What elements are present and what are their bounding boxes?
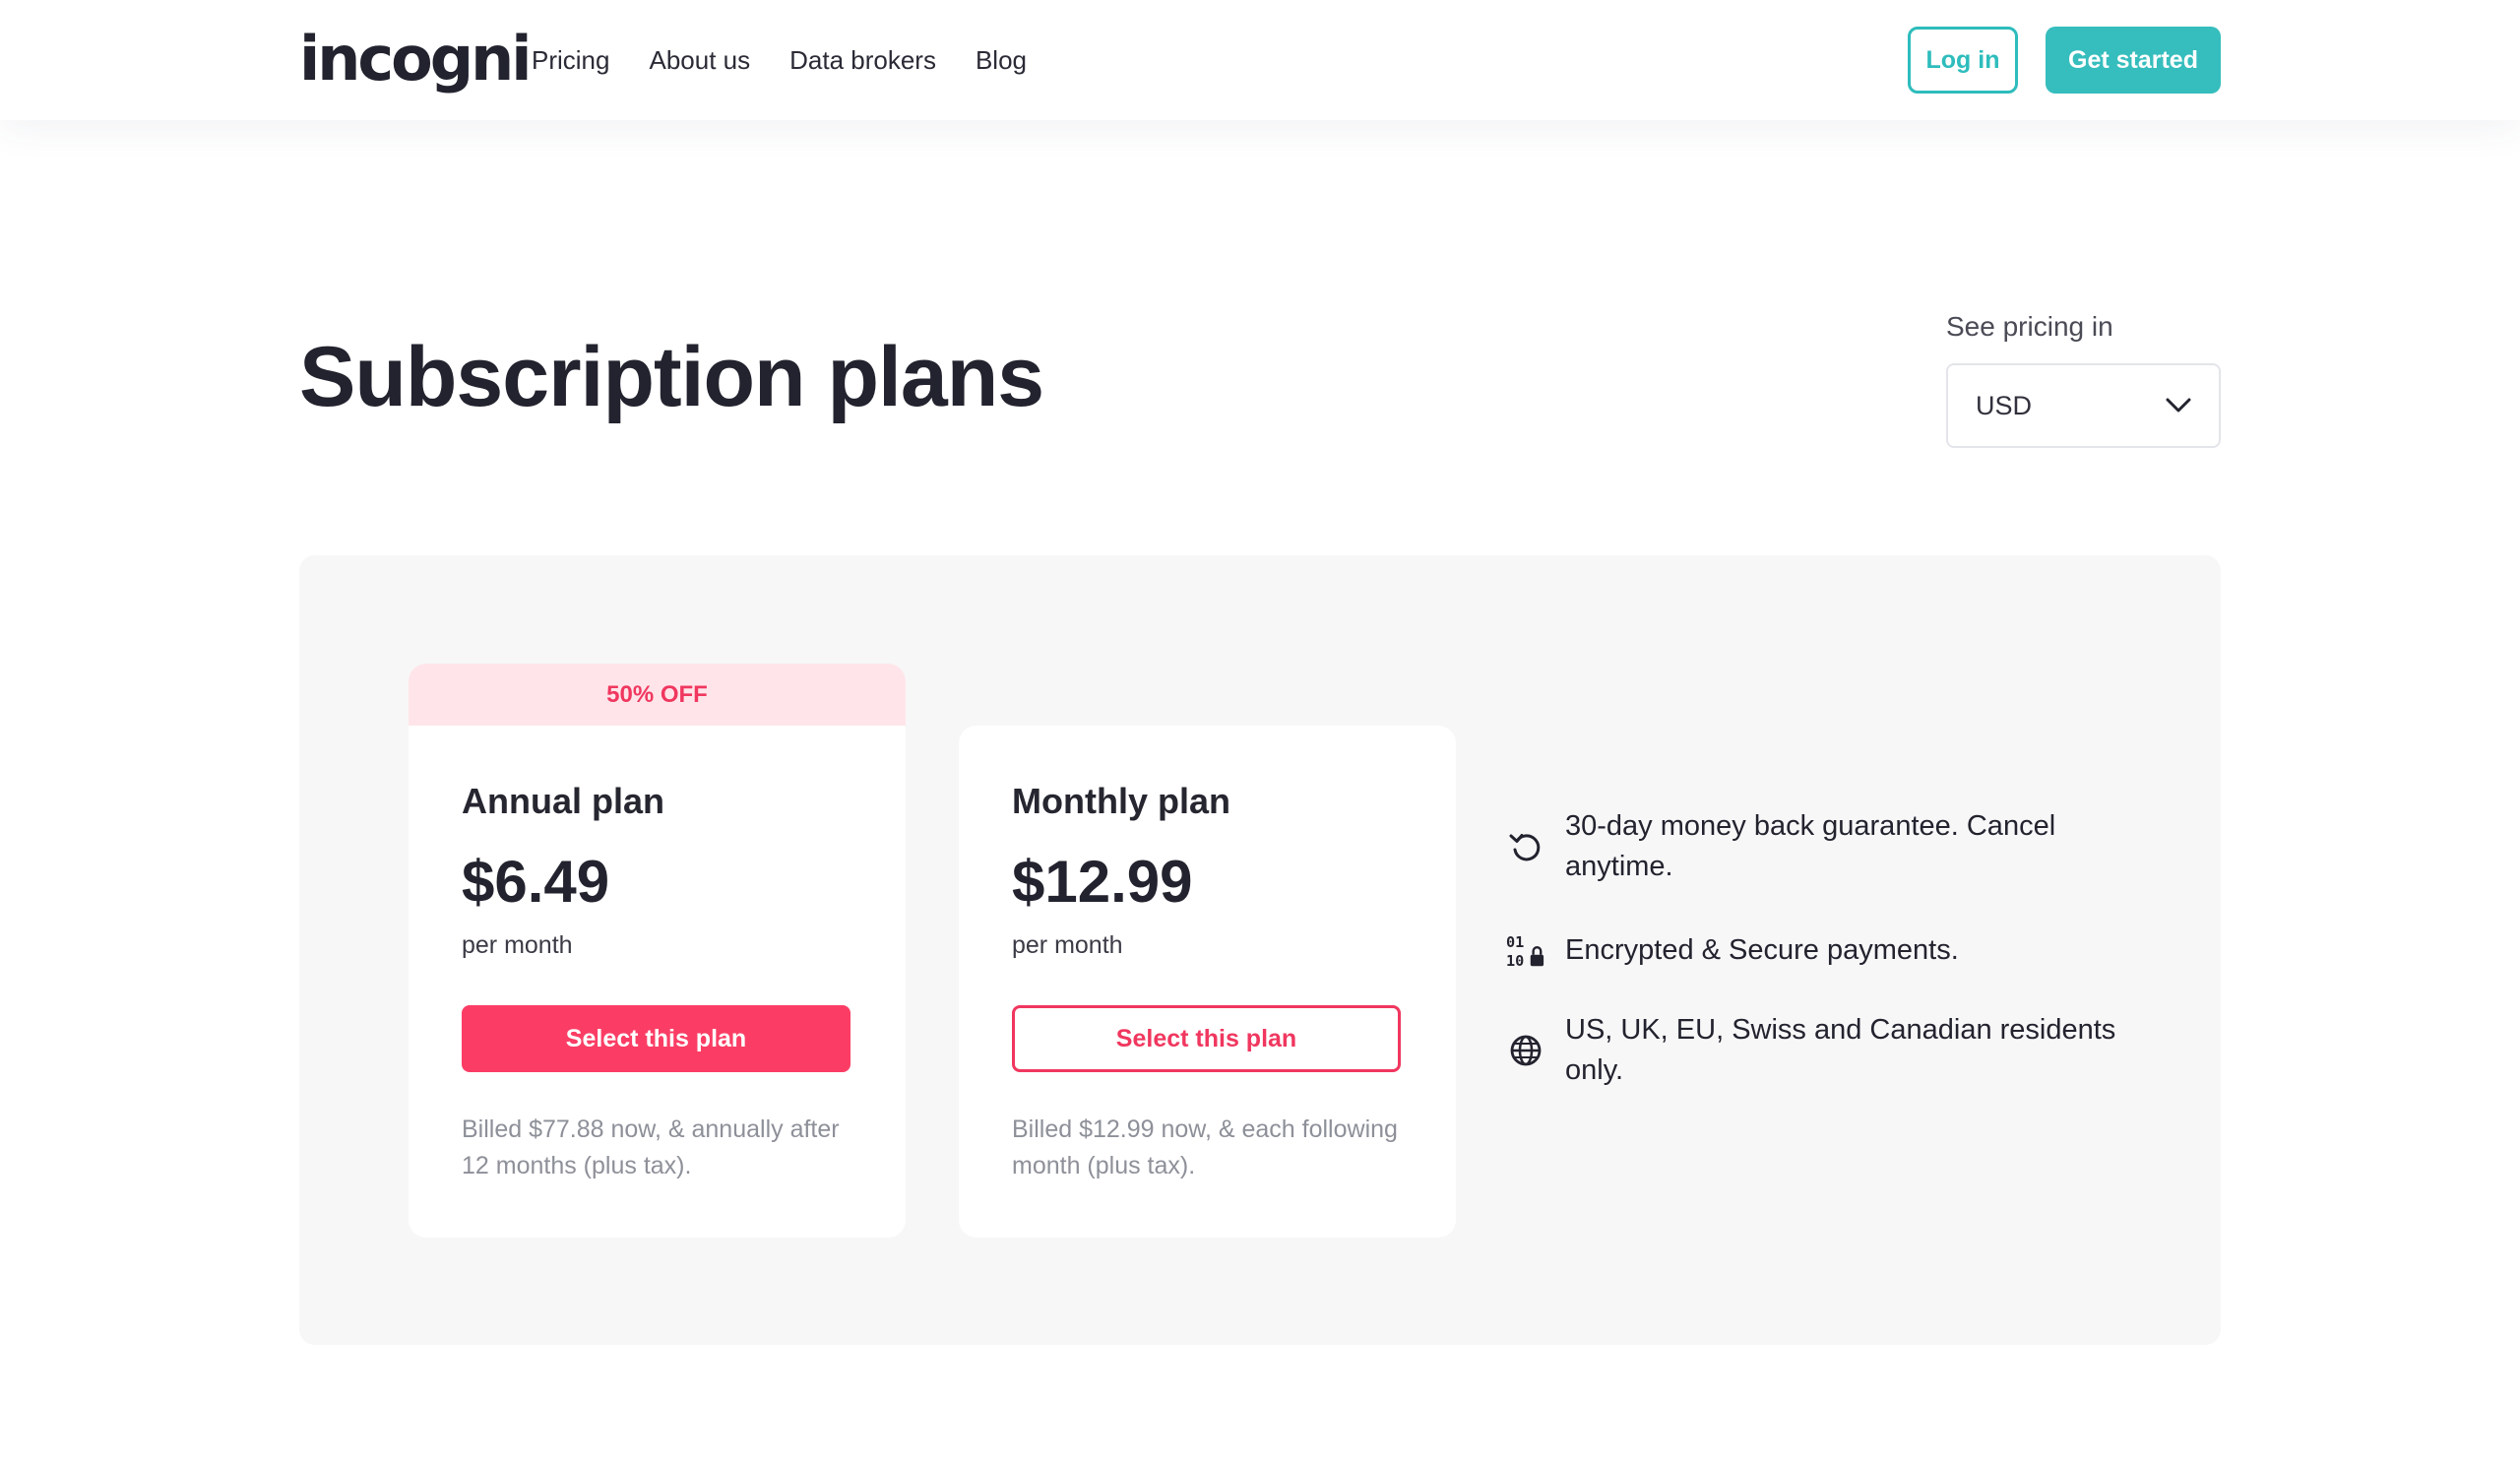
plan-name: Monthly plan: [1012, 781, 1230, 821]
currency-selected-value: USD: [1976, 390, 2033, 420]
plan-price: $12.99: [1012, 849, 1193, 915]
globe-icon: [1506, 1031, 1545, 1070]
chevron-down-icon: [2166, 398, 2191, 414]
nav-link-about-us[interactable]: About us: [649, 45, 750, 76]
select-annual-plan-button[interactable]: Select this plan: [462, 1005, 850, 1072]
feature-text: 30-day money back guarantee. Cancel anyt…: [1565, 810, 2056, 882]
feature-secure-payments: 01 10 Encrypted & Secure payments.: [1506, 930, 2146, 971]
plan-name: Annual plan: [462, 781, 664, 821]
nav-link-blog[interactable]: Blog: [976, 45, 1027, 76]
nav-link-pricing[interactable]: Pricing: [532, 45, 609, 76]
encrypted-lock-icon: 01 10: [1506, 931, 1545, 971]
feature-residency: US, UK, EU, Swiss and Canadian residents…: [1506, 1010, 2146, 1091]
svg-text:10: 10: [1506, 952, 1524, 970]
get-started-button[interactable]: Get started: [2046, 27, 2221, 94]
select-monthly-plan-button[interactable]: Select this plan: [1012, 1005, 1401, 1072]
feature-text: Encrypted & Secure payments.: [1565, 934, 1959, 966]
incogni-logo[interactable]: incogni: [299, 24, 533, 95]
login-button[interactable]: Log in: [1908, 27, 2018, 94]
monthly-plan-card: Monthly plan $12.99 per month Select thi…: [959, 726, 1456, 1238]
discount-badge: 50% OFF: [409, 664, 906, 726]
plan-period: per month: [462, 931, 573, 959]
nav-link-data-brokers[interactable]: Data brokers: [789, 45, 936, 76]
feature-money-back: 30-day money back guarantee. Cancel anyt…: [1506, 806, 2146, 887]
currency-select[interactable]: USD: [1946, 363, 2221, 448]
refresh-icon: [1506, 827, 1545, 866]
page-title: Subscription plans: [299, 330, 1044, 424]
plan-billing-note: Billed $12.99 now, & each following mont…: [1012, 1115, 1398, 1179]
svg-text:01: 01: [1506, 933, 1524, 951]
plan-billing-note: Billed $77.88 now, & annually after 12 m…: [462, 1115, 840, 1179]
plan-period: per month: [1012, 931, 1123, 959]
plan-price: $6.49: [462, 849, 610, 915]
feature-text: US, UK, EU, Swiss and Canadian residents…: [1565, 1014, 2116, 1086]
annual-plan-card: Annual plan $6.49 per month Select this …: [409, 726, 906, 1238]
pricing-currency-label: See pricing in: [1946, 311, 2113, 342]
main-nav: Pricing About us Data brokers Blog: [532, 39, 1027, 81]
site-header: incogni Pricing About us Data brokers Bl…: [0, 0, 2520, 120]
